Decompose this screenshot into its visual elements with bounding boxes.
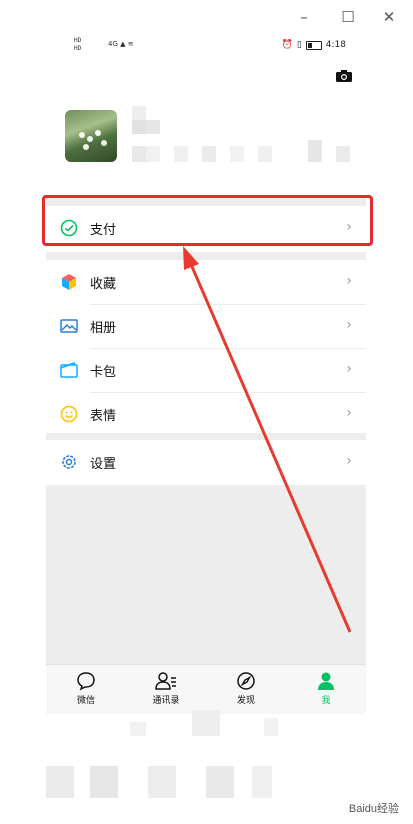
watermark: Baidu经验 [348,803,399,815]
redacted-block [206,766,234,798]
redacted-block [148,766,176,798]
redacted-block [192,710,220,736]
redacted-block [46,766,74,798]
redacted-block [90,766,118,798]
redacted-block [264,718,278,736]
redacted-block [252,766,272,798]
annotation-arrow [183,246,352,633]
redacted-block [130,722,146,736]
